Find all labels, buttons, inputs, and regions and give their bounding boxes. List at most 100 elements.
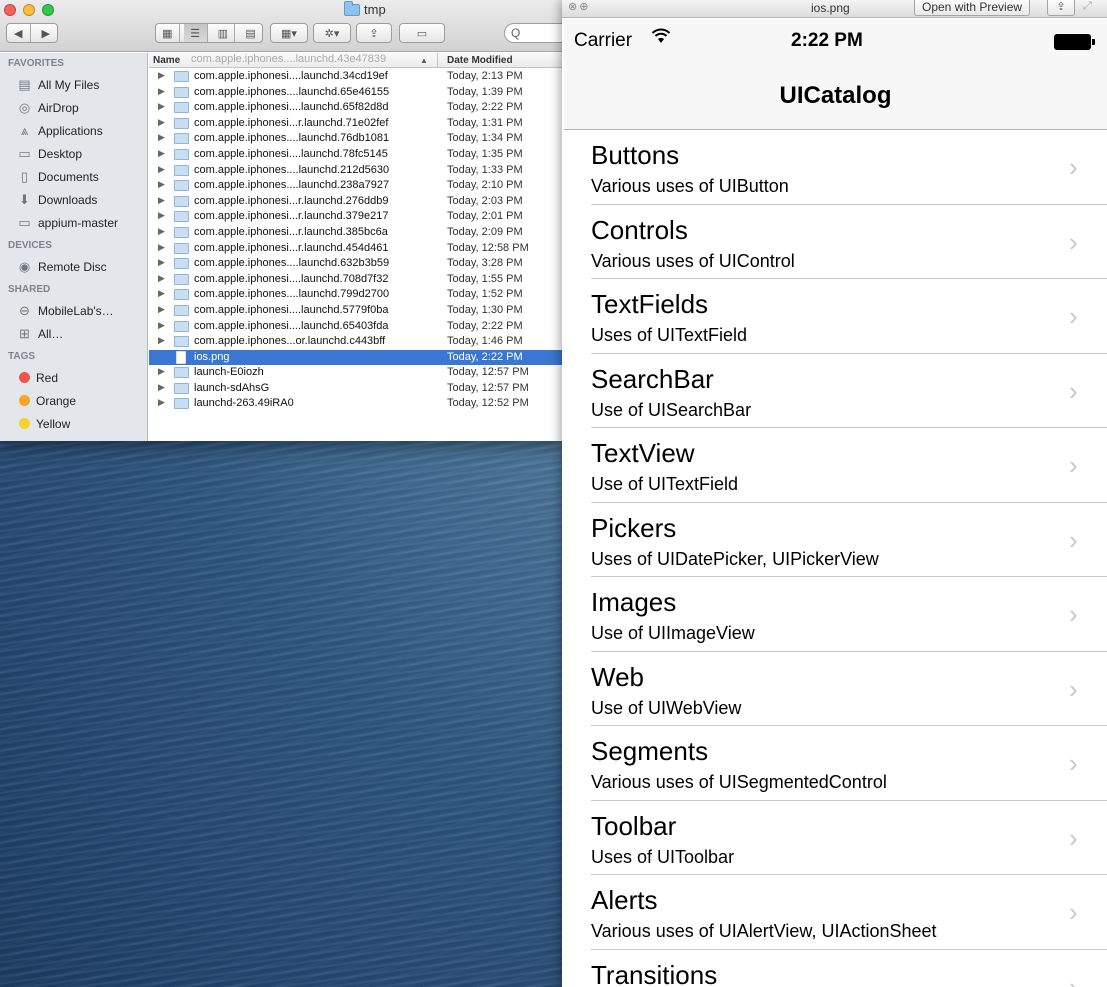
window-controls-icon[interactable]: ⊗⊕ bbox=[568, 0, 590, 13]
sidebar-item-mobilelab[interactable]: ⊖ MobileLab's… bbox=[0, 299, 147, 322]
disclosure-triangle-icon[interactable]: ▶ bbox=[158, 86, 165, 97]
arrange-menu-button[interactable]: ▦▾ bbox=[270, 23, 308, 43]
file-row[interactable]: ▶ launch-E0iozh Today, 12:57 PM bbox=[149, 365, 562, 381]
sidebar-item-applications[interactable]: ⩓ Applications bbox=[0, 119, 147, 142]
folder-icon bbox=[174, 148, 189, 160]
coverflow-view-button[interactable]: ▤ bbox=[239, 24, 262, 42]
file-row[interactable]: ▶ com.apple.iphones....launchd.238a7927 To… bbox=[149, 178, 562, 194]
ios-table-row[interactable]: Segments Various uses of UISegmentedContr… bbox=[564, 726, 1107, 801]
file-row[interactable]: ▶ com.apple.iphonesi...r.launchd.379e217 T… bbox=[149, 209, 562, 225]
file-row[interactable]: ▶ com.apple.iphonesi...r.launchd.385bc6a T… bbox=[149, 225, 562, 241]
folder-icon bbox=[174, 211, 189, 223]
sidebar-item-tag-orange[interactable]: Orange bbox=[0, 389, 147, 412]
file-row[interactable]: ▶ com.apple.iphonesi...r.launchd.276ddb9 T… bbox=[149, 194, 562, 210]
minimize-window-button[interactable] bbox=[23, 4, 35, 16]
ios-table-row[interactable]: Pickers Uses of UIDatePicker, UIPickerVie… bbox=[564, 503, 1107, 577]
share-button[interactable]: ⇪ bbox=[1047, 0, 1075, 16]
disclosure-triangle-icon[interactable]: ▶ bbox=[158, 397, 165, 408]
open-with-preview-button[interactable]: Open with Preview bbox=[914, 0, 1031, 16]
column-view-button[interactable]: ▥ bbox=[212, 24, 236, 42]
disclosure-triangle-icon[interactable]: ▶ bbox=[158, 117, 165, 128]
folder-icon bbox=[174, 226, 189, 238]
ios-table-row[interactable]: Controls Various uses of UIControl › bbox=[564, 205, 1107, 279]
file-row[interactable]: ▶ launchd-263.49iRA0 Today, 12:52 PM bbox=[149, 396, 562, 412]
search-field[interactable]: Q bbox=[504, 23, 562, 43]
list-view-button[interactable]: ☰ bbox=[183, 24, 208, 42]
disclosure-triangle-icon[interactable]: ▶ bbox=[158, 288, 165, 299]
zoom-window-button[interactable] bbox=[42, 4, 54, 16]
disclosure-triangle-icon[interactable]: ▶ bbox=[158, 335, 165, 346]
disclosure-triangle-icon[interactable]: ▶ bbox=[158, 70, 165, 81]
disclosure-triangle-icon[interactable]: ▶ bbox=[158, 210, 165, 221]
sidebar-item-appium-master[interactable]: ▭ appium-master bbox=[0, 211, 147, 234]
disclosure-triangle-icon[interactable]: ▶ bbox=[158, 304, 165, 315]
disclosure-triangle-icon[interactable]: ▶ bbox=[158, 195, 165, 206]
folder-icon bbox=[174, 242, 189, 254]
icon-view-button[interactable]: ▦ bbox=[156, 24, 180, 42]
row-subtitle: Various uses of UIButton bbox=[591, 176, 789, 196]
file-row[interactable]: ▶ com.apple.iphones....launchd.212d5630 To… bbox=[149, 163, 562, 179]
ios-table-row[interactable]: Transitions › bbox=[564, 950, 1107, 987]
file-name: com.apple.iphonesi....launchd.65f82d8d bbox=[194, 101, 389, 114]
sidebar-item-airdrop[interactable]: ◎ AirDrop bbox=[0, 96, 147, 119]
file-row[interactable]: ▶ com.apple.iphones....launchd.632b3b59 To… bbox=[149, 256, 562, 272]
disclosure-triangle-icon[interactable]: ▶ bbox=[158, 179, 165, 190]
file-row[interactable]: ▶ com.apple.iphones....launchd.65e46155 To… bbox=[149, 85, 562, 101]
disclosure-triangle-icon[interactable]: ▶ bbox=[158, 382, 165, 393]
expand-icon[interactable]: ⤢ bbox=[1083, 0, 1092, 13]
ios-table-row[interactable]: TextView Use of UITextField › bbox=[564, 428, 1107, 503]
date-modified-column-header[interactable]: Date Modified bbox=[447, 55, 513, 66]
file-row[interactable]: ▶ com.apple.iphonesi...r.launchd.454d461 T… bbox=[149, 241, 562, 257]
disclosure-triangle-icon[interactable]: ▶ bbox=[158, 148, 165, 159]
disc-icon: ◉ bbox=[18, 258, 31, 274]
file-row[interactable]: ▶ com.apple.iphonesi....launchd.65403fda T… bbox=[149, 319, 562, 335]
sidebar-item-documents[interactable]: ▯ Documents bbox=[0, 165, 147, 188]
sidebar-item-tag-red[interactable]: Red bbox=[0, 366, 147, 389]
share-button[interactable]: ⇪ bbox=[356, 23, 392, 43]
disclosure-triangle-icon[interactable]: ▶ bbox=[158, 226, 165, 237]
sidebar-item-all-shared[interactable]: ⊞ All… bbox=[0, 322, 147, 345]
file-row[interactable]: ▶ com.apple.iphonesi....launchd.34cd19ef T… bbox=[149, 69, 562, 85]
file-row[interactable]: ▶ com.apple.iphonesi....launchd.65f82d8d T… bbox=[149, 100, 562, 116]
file-row[interactable]: ▶ com.apple.iphones....launchd.76db1081 To… bbox=[149, 131, 562, 147]
ios-table-row[interactable]: Web Use of UIWebView › bbox=[564, 652, 1107, 726]
name-column-header[interactable]: Name bbox=[153, 55, 180, 66]
disclosure-triangle-icon[interactable]: ▶ bbox=[158, 132, 165, 143]
file-row[interactable]: ▶ com.apple.iphonesi....launchd.5779f0ba T… bbox=[149, 303, 562, 319]
column-divider[interactable] bbox=[437, 53, 438, 68]
ios-table-row[interactable]: TextFields Uses of UITextField › bbox=[564, 279, 1107, 354]
file-name: com.apple.iphones....launchd.76db1081 bbox=[194, 132, 390, 145]
sidebar-item-label: MobileLab's… bbox=[38, 303, 114, 318]
disclosure-triangle-icon[interactable]: ▶ bbox=[158, 164, 165, 175]
close-window-button[interactable] bbox=[4, 4, 16, 16]
file-row[interactable]: ios.png Today, 2:22 PM bbox=[149, 349, 562, 366]
file-row[interactable]: ▶ launch-sdAhsG Today, 12:57 PM bbox=[149, 381, 562, 397]
file-row[interactable]: ▶ com.apple.iphonesi....launchd.708d7f32 T… bbox=[149, 272, 562, 288]
back-button[interactable]: ◀ bbox=[7, 24, 31, 42]
sidebar-item-desktop[interactable]: ▭ Desktop bbox=[0, 142, 147, 165]
ios-table-row[interactable]: Images Use of UIImageView › bbox=[564, 577, 1107, 652]
carrier-label: Carrier bbox=[574, 30, 633, 51]
disclosure-triangle-icon[interactable]: ▶ bbox=[158, 273, 165, 284]
file-row[interactable]: ▶ com.apple.iphonesi...r.launchd.71e02fef… bbox=[149, 116, 562, 132]
sidebar-item-all-my-files[interactable]: ▤ All My Files bbox=[0, 73, 147, 96]
ios-table-row[interactable]: Alerts Various uses of UIAlertView, UIAct… bbox=[564, 875, 1107, 950]
disclosure-triangle-icon[interactable]: ▶ bbox=[158, 101, 165, 112]
disclosure-triangle-icon[interactable]: ▶ bbox=[158, 242, 165, 253]
disclosure-triangle-icon[interactable]: ▶ bbox=[158, 366, 165, 377]
tags-button[interactable]: ▭ bbox=[399, 23, 445, 43]
forward-button[interactable]: ▶ bbox=[35, 24, 58, 42]
sidebar-item-tag-yellow[interactable]: Yellow bbox=[0, 412, 147, 435]
file-row[interactable]: ▶ com.apple.iphones....launchd.799d2700 To… bbox=[149, 287, 562, 303]
ios-table-row[interactable]: Buttons Various uses of UIButton › bbox=[564, 130, 1107, 205]
file-row[interactable]: ▶ com.apple.iphonesi....launchd.78fc5145 T… bbox=[149, 147, 562, 163]
action-menu-button[interactable]: ✲▾ bbox=[313, 23, 351, 43]
ios-table-row[interactable]: SearchBar Use of UISearchBar › bbox=[564, 354, 1107, 428]
disclosure-triangle-icon[interactable]: ▶ bbox=[158, 320, 165, 331]
disclosure-triangle-icon[interactable]: ▶ bbox=[158, 257, 165, 268]
row-subtitle: Various uses of UIControl bbox=[591, 250, 795, 271]
file-row[interactable]: ▶ com.apple.iphones...or.launchd.c443bff T… bbox=[149, 334, 562, 350]
sidebar-item-remote-disc[interactable]: ◉ Remote Disc bbox=[0, 255, 147, 278]
sidebar-item-downloads[interactable]: ⬇ Downloads bbox=[0, 188, 147, 211]
ios-table-row[interactable]: Toolbar Uses of UIToolbar › bbox=[564, 801, 1107, 875]
